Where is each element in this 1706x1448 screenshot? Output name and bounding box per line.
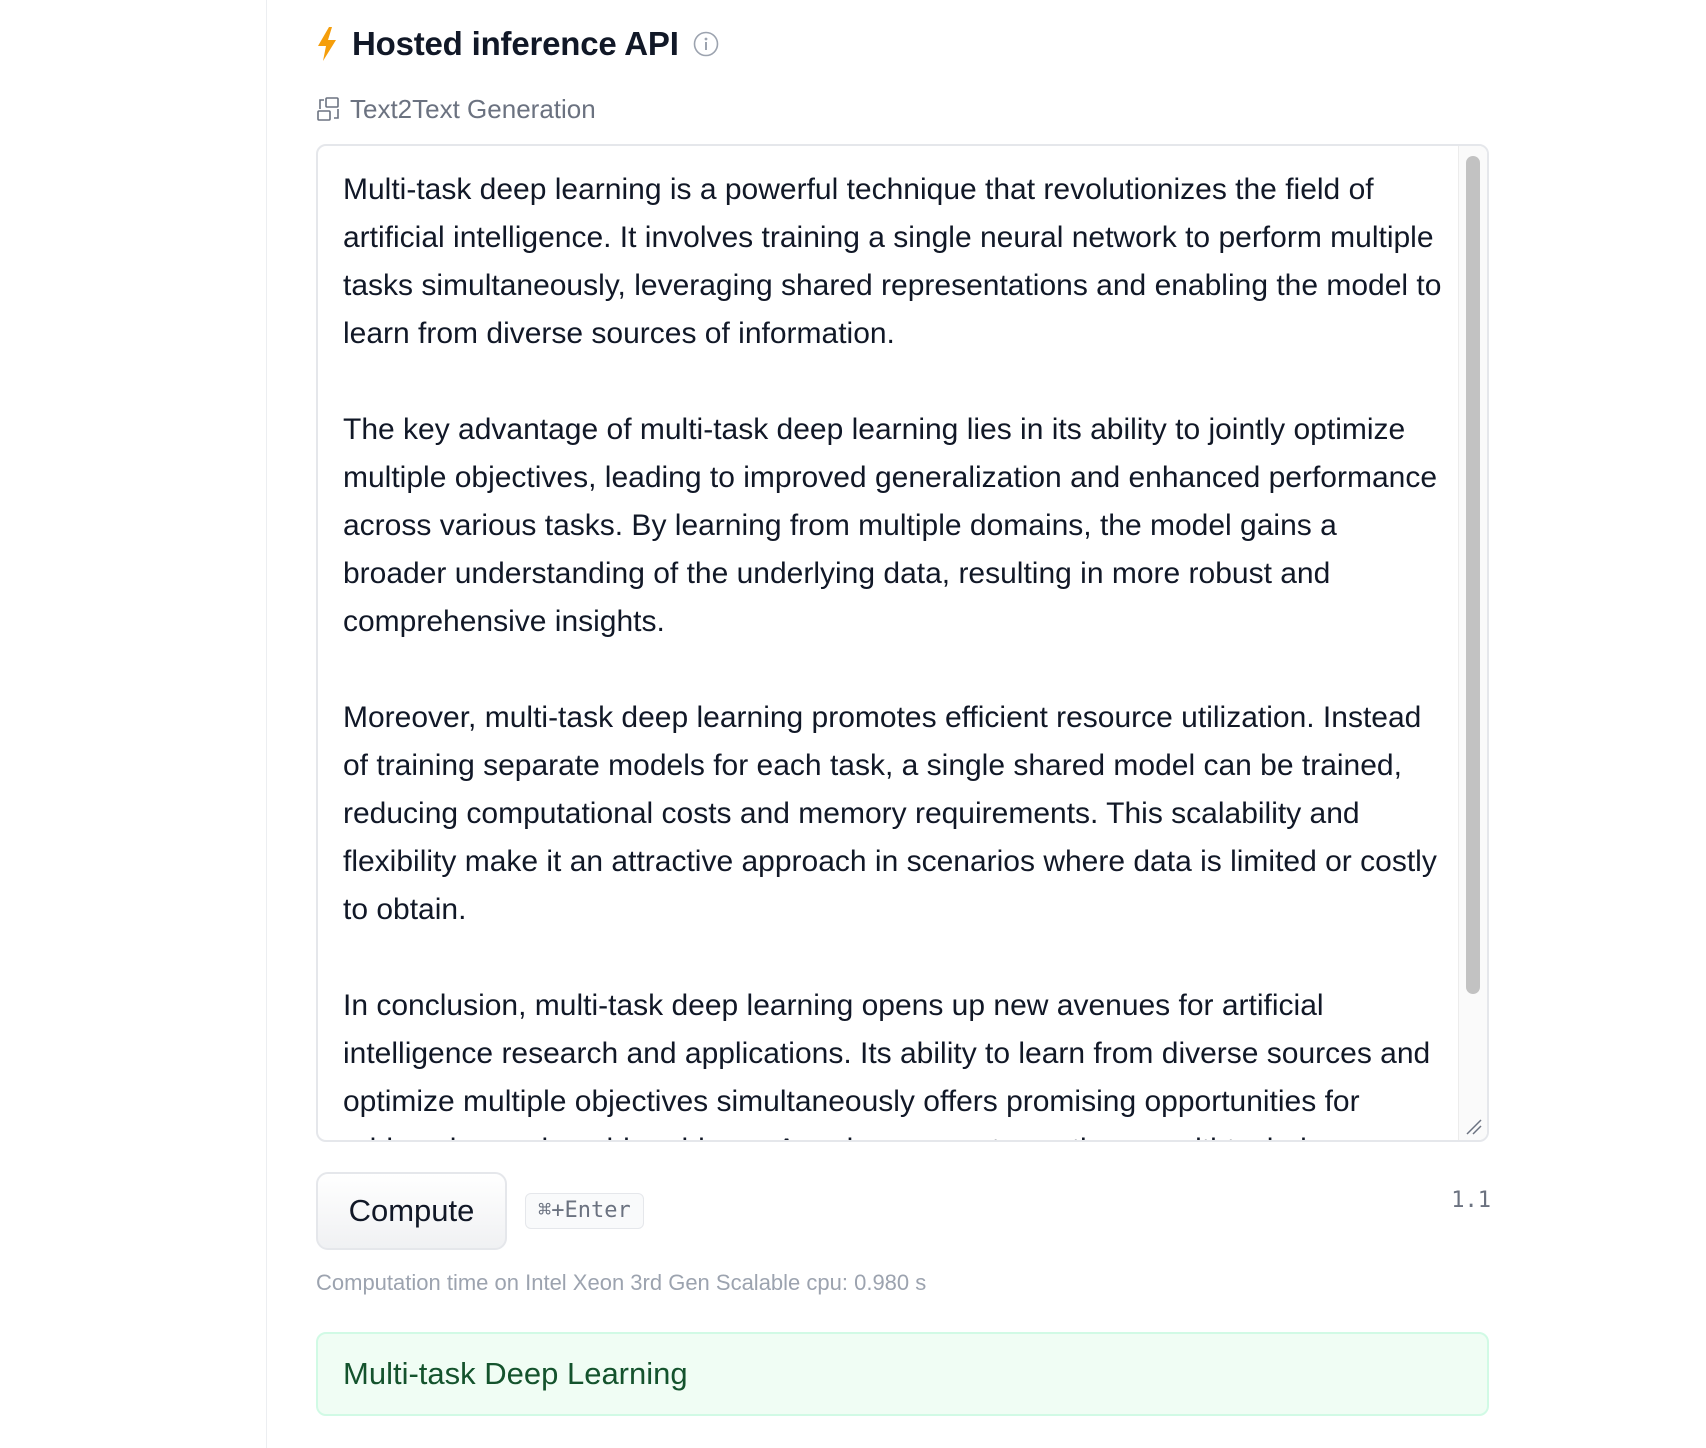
widget-title: Hosted inference API <box>352 25 679 62</box>
page: Hosted inference API Text2Text Generatio… <box>0 0 1706 1448</box>
compute-button[interactable]: Compute <box>316 1172 507 1250</box>
widget-header: Hosted inference API <box>316 22 719 66</box>
textarea-scrollbar[interactable] <box>1458 146 1487 1140</box>
input-textarea[interactable]: Multi-task deep learning is a powerful t… <box>316 144 1489 1142</box>
output-result: Multi-task Deep Learning <box>316 1332 1489 1416</box>
task-type: Text2Text Generation <box>316 92 596 126</box>
info-icon[interactable] <box>693 31 719 57</box>
scrollbar-thumb[interactable] <box>1466 156 1480 994</box>
computation-time: Computation time on Intel Xeon 3rd Gen S… <box>316 1270 927 1295</box>
bolt-icon <box>316 27 338 61</box>
sidebar-divider <box>266 0 267 1448</box>
input-text[interactable]: Multi-task deep learning is a powerful t… <box>343 166 1443 1140</box>
version-label: 1.1 <box>1451 1188 1491 1213</box>
output-text: Multi-task Deep Learning <box>343 1356 688 1391</box>
text2text-icon <box>316 96 342 122</box>
compute-row: Compute ⌘+Enter 1.1 <box>316 1172 1491 1252</box>
keyboard-shortcut: ⌘+Enter <box>525 1193 644 1229</box>
resize-handle-icon[interactable] <box>1463 1116 1483 1136</box>
task-label: Text2Text Generation <box>350 93 596 124</box>
